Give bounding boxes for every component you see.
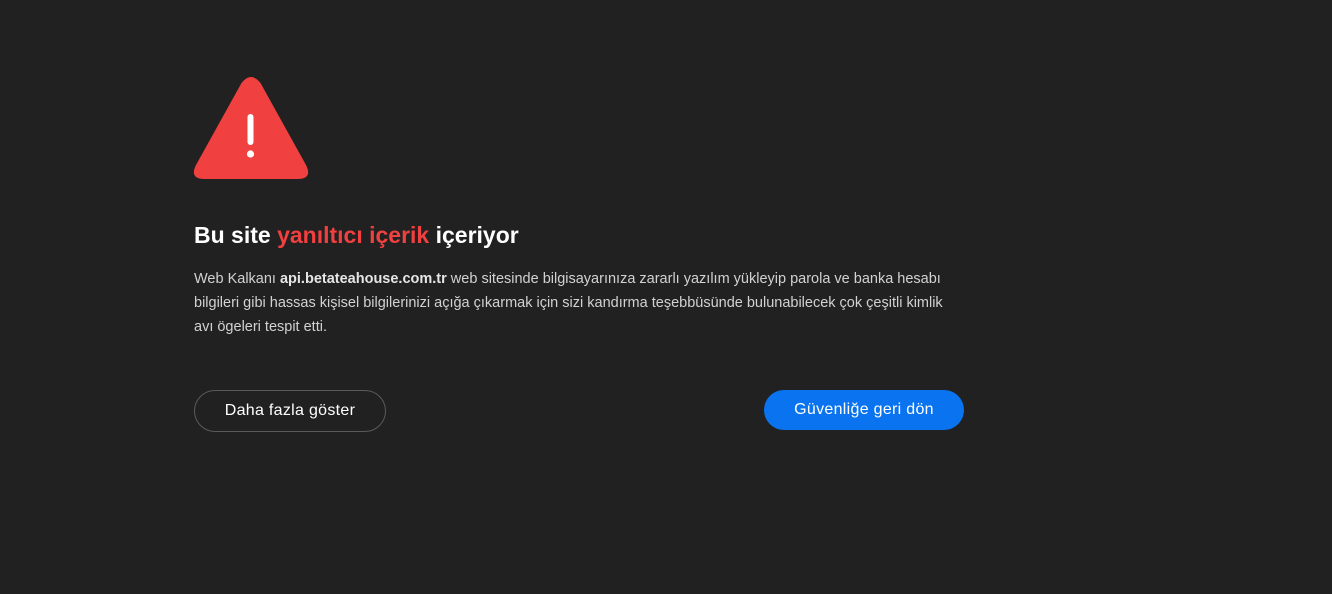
warning-page: Bu site yanıltıcı içerik içeriyor Web Ka… bbox=[0, 0, 1332, 594]
page-title: Bu site yanıltıcı içerik içeriyor bbox=[194, 220, 519, 250]
description-before-domain: Web Kalkanı bbox=[194, 271, 280, 287]
show-more-button[interactable]: Daha fazla göster bbox=[194, 390, 386, 432]
blocked-domain: api.betateahouse.com.tr bbox=[279, 271, 447, 287]
title-suffix: içeriyor bbox=[429, 222, 519, 248]
title-prefix: Bu site bbox=[194, 222, 278, 248]
warning-triangle-icon bbox=[193, 77, 309, 179]
warning-description: Web Kalkanı api.betateahouse.com.tr web … bbox=[194, 267, 954, 339]
title-highlight: yanıltıcı içerik bbox=[277, 222, 430, 248]
back-to-safety-button[interactable]: Güvenliğe geri dön bbox=[764, 390, 964, 430]
